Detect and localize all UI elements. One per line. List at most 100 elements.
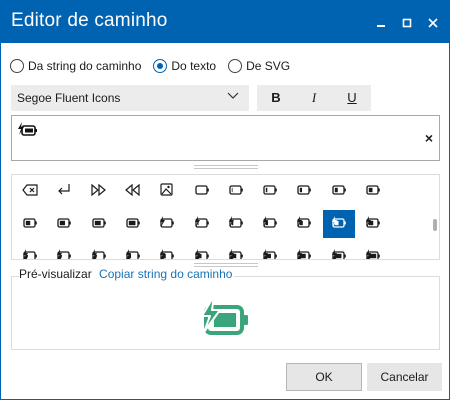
- close-button[interactable]: [423, 13, 443, 33]
- return-icon: [58, 184, 70, 195]
- battery-5-icon: [366, 185, 380, 195]
- battery-saver-7-icon: [263, 249, 277, 259]
- source-radio-group: Da string do caminho Do texto De SVG: [10, 57, 302, 75]
- glyph-cell[interactable]: [186, 243, 218, 259]
- glyph-cell[interactable]: [288, 210, 320, 238]
- battery-4-icon: [332, 185, 346, 195]
- rewind-icon: [124, 183, 140, 197]
- battery-saver-1-icon: [57, 249, 72, 259]
- font-family-select[interactable]: Segoe Fluent Icons: [11, 85, 249, 111]
- glyph-cell[interactable]: [83, 210, 115, 238]
- path-editor-window: Editor de caminho Da string do caminho D…: [0, 0, 450, 400]
- battery-charging-0-icon: [160, 216, 174, 228]
- radio-from-svg[interactable]: De SVG: [228, 59, 290, 73]
- clear-text-button[interactable]: ×: [425, 130, 433, 146]
- battery-8-icon: [91, 218, 106, 228]
- glyph-cell[interactable]: [323, 177, 355, 205]
- glyph-cell[interactable]: [254, 243, 286, 259]
- image-icon: [160, 183, 173, 196]
- glyph-cell[interactable]: [151, 210, 183, 238]
- battery-3-icon: [297, 185, 312, 195]
- radio-dot: [10, 59, 24, 73]
- battery-charging-1-icon: [194, 216, 209, 228]
- battery-charging-icon: [201, 295, 248, 335]
- glyph-cell[interactable]: [83, 243, 115, 259]
- radio-dot-checked: [153, 59, 168, 73]
- glyph-text-input[interactable]: ×: [11, 115, 440, 161]
- battery-saver-4-icon: [160, 249, 174, 259]
- minimize-icon: [377, 25, 385, 27]
- glyph-cell[interactable]: [357, 210, 389, 238]
- glyph-cell[interactable]: [254, 210, 286, 238]
- battery-charging-5-icon: [331, 216, 346, 228]
- glyph-cell[interactable]: [220, 243, 252, 259]
- glyph-cell[interactable]: [117, 177, 149, 205]
- copy-path-string-link[interactable]: Copiar string do caminho: [99, 267, 232, 281]
- glyph-cell[interactable]: [151, 243, 183, 259]
- text-style-toolbar: B I U: [257, 85, 371, 111]
- radio-label: De SVG: [246, 59, 291, 73]
- glyph-cell[interactable]: [322, 210, 355, 238]
- maximize-icon: [402, 18, 412, 28]
- chevron-down-icon: [227, 92, 239, 99]
- glyph-cell[interactable]: [117, 243, 149, 259]
- glyph-cell[interactable]: [220, 177, 252, 205]
- battery-saver-5-icon: [194, 249, 209, 259]
- glyph-cell[interactable]: [288, 177, 320, 205]
- glyph-cell[interactable]: [117, 210, 149, 238]
- battery-saver-2-icon: [91, 249, 106, 259]
- splitter-handle[interactable]: [194, 165, 258, 169]
- battery-saver-8-icon: [297, 249, 312, 259]
- glyph-cell[interactable]: [14, 243, 46, 259]
- glyph-cell[interactable]: [48, 210, 80, 238]
- battery-charging-4-icon: [297, 216, 312, 228]
- battery-charging-icon: [18, 122, 37, 136]
- preview-label: Pré-visualizar: [19, 267, 92, 281]
- scrollbar-thumb[interactable]: [433, 219, 437, 231]
- minimize-button[interactable]: [371, 13, 391, 33]
- window-title: Editor de caminho: [11, 10, 168, 31]
- fast-forward-icon: [90, 183, 106, 197]
- ok-button[interactable]: OK: [286, 363, 362, 391]
- radio-label: Da string do caminho: [28, 59, 142, 73]
- underline-button[interactable]: U: [333, 85, 371, 111]
- battery-charging-2-icon: [228, 216, 243, 228]
- glyph-grid: [11, 174, 440, 260]
- battery-6-icon: [23, 218, 37, 228]
- battery-saver-3-icon: [125, 249, 140, 259]
- glyph-cell[interactable]: [288, 243, 320, 259]
- battery-2-icon: [263, 185, 277, 195]
- glyph-cell[interactable]: [14, 177, 46, 205]
- maximize-button[interactable]: [397, 13, 417, 33]
- italic-button[interactable]: I: [295, 85, 333, 111]
- glyph-cell[interactable]: [186, 210, 218, 238]
- cancel-button[interactable]: Cancelar: [367, 363, 442, 391]
- glyph-cell[interactable]: [254, 177, 286, 205]
- battery-charging-6-icon: [366, 216, 380, 228]
- glyph-cell[interactable]: [186, 177, 218, 205]
- glyph-cell[interactable]: [48, 177, 80, 205]
- glyph-cell[interactable]: [48, 243, 80, 259]
- preview-panel: [11, 276, 440, 350]
- battery-0-icon: [194, 185, 209, 195]
- glyph-cell[interactable]: [220, 210, 252, 238]
- radio-from-path-string[interactable]: Da string do caminho: [10, 59, 141, 73]
- bold-button[interactable]: B: [257, 85, 295, 111]
- glyph-cell[interactable]: [357, 177, 389, 205]
- glyph-cell[interactable]: [83, 177, 115, 205]
- battery-saver-10-icon: [366, 249, 380, 259]
- radio-from-text[interactable]: Do texto: [153, 59, 216, 73]
- backspace-icon: [22, 184, 38, 196]
- glyph-cell[interactable]: [357, 243, 389, 259]
- glyph-cell[interactable]: [14, 210, 46, 238]
- glyph-cell[interactable]: [151, 177, 183, 205]
- font-family-value: Segoe Fluent Icons: [17, 91, 121, 105]
- title-bar: Editor de caminho: [1, 1, 449, 43]
- battery-saver-6-icon: [228, 249, 243, 259]
- close-icon: [428, 18, 438, 28]
- battery-saver-9-icon: [331, 249, 346, 259]
- radio-label: Do texto: [171, 59, 217, 73]
- battery-charging-3-icon: [263, 216, 277, 228]
- battery-7-icon: [57, 218, 72, 228]
- glyph-cell[interactable]: [323, 243, 355, 259]
